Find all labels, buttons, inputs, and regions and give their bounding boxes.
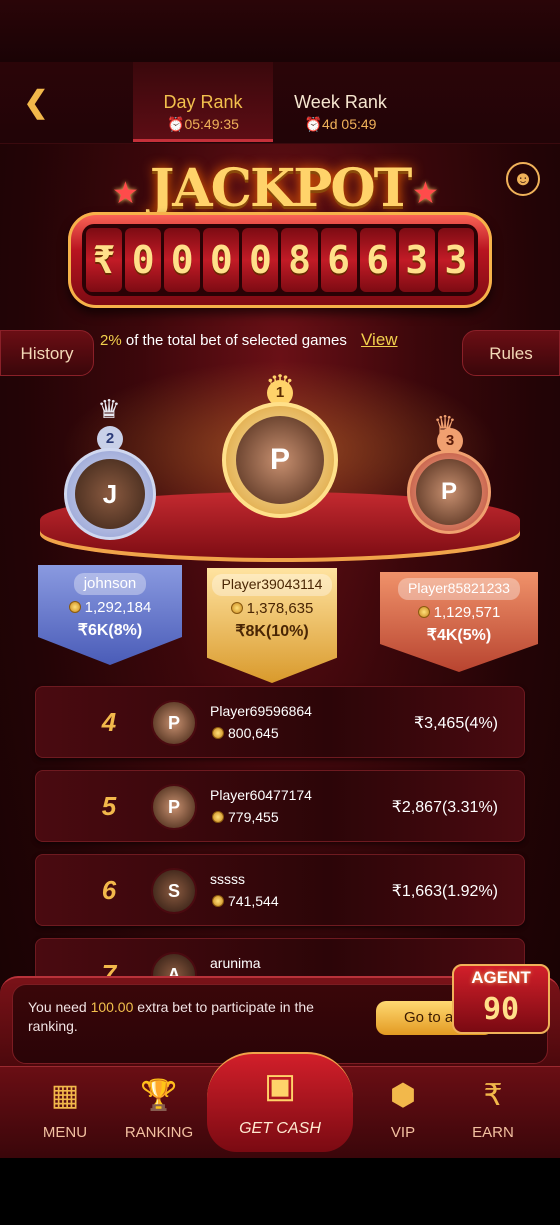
nav-label: GET CASH	[239, 1120, 321, 1137]
rank-number: 5	[101, 791, 117, 821]
app-root: ❮ Day Rank ⏰05:49:35 Week Rank ⏰4d 05:49…	[0, 0, 560, 1225]
nav-label: MENU	[42, 1124, 88, 1141]
avatar-frame: P	[222, 402, 338, 518]
player-score: 1,378,635	[246, 600, 314, 617]
rupee-icon: ₹	[483, 1079, 503, 1112]
jackpot-digit: 0	[242, 228, 279, 292]
player-reward: ₹4K(5%)	[426, 627, 492, 644]
player-reward: ₹6K(8%)	[77, 622, 143, 639]
jackpot-digit: 3	[437, 228, 474, 292]
jackpot-digit: 0	[203, 228, 240, 292]
alarm-clock-icon: ⏰	[167, 116, 185, 132]
player-score: 800,645	[228, 725, 279, 741]
jackpot-digit: 6	[359, 228, 396, 292]
jackpot-tagline: 2% of the total bet of selected games Vi…	[100, 330, 460, 350]
player-name: Player39043114	[221, 576, 323, 592]
tagline-percent: 2%	[100, 332, 122, 349]
tagline-text: of the total bet of selected games	[125, 332, 347, 349]
coin-icon	[68, 601, 81, 613]
podium-card-rank-1[interactable]: Player39043114 1,378,635 ₹8K(10%)	[207, 568, 337, 683]
tab-timer: 05:49:35	[184, 116, 239, 132]
avatar: P	[151, 784, 197, 830]
podium-card-rank-3[interactable]: Player85821233 1,129,571 ₹4K(5%)	[380, 572, 538, 672]
menu-grid-icon: ▦	[50, 1079, 80, 1112]
coin-icon	[212, 895, 224, 907]
jackpot-digit: 0	[164, 228, 201, 292]
list-item[interactable]: 6 S sssss 741,544 ₹1,663(1.92%)	[35, 854, 525, 926]
avatar[interactable]: P	[236, 416, 324, 504]
avatar[interactable]: J	[75, 459, 145, 529]
podium-card-rank-2[interactable]: johnson 1,292,184 ₹6K(8%)	[38, 565, 182, 665]
player-name: Player60477174	[210, 787, 312, 803]
participation-notice: You need 100.00 extra bet to participate…	[28, 998, 348, 1036]
player-score: 1,129,571	[433, 604, 501, 621]
nav-get-cash[interactable]: ▣ GET CASH	[207, 1052, 353, 1152]
rank-number: 4	[101, 707, 117, 737]
notice-amount: 100.00	[90, 999, 134, 1015]
invite-friends-icon[interactable]: ☻	[506, 162, 540, 196]
crown-icon: ♛	[97, 394, 121, 424]
agent-label: AGENT	[471, 968, 531, 987]
player-name: Player85821233	[408, 580, 510, 596]
player-reward: ₹1,663(1.92%)	[391, 883, 498, 900]
avatar-frame: J	[64, 448, 156, 540]
tab-label: Day Rank	[163, 92, 243, 112]
player-reward: ₹3,465(4%)	[414, 715, 498, 732]
nav-ranking[interactable]: 🏆 RANKING	[114, 1074, 204, 1154]
bottom-safe-area	[0, 1158, 560, 1225]
jackpot-digits: ₹ 0 0 0 0 8 6 6 3 3	[82, 224, 478, 296]
player-name: sssss	[210, 871, 245, 887]
avatar-frame: P	[407, 450, 491, 534]
alarm-clock-icon: ⏰	[304, 116, 322, 132]
agent-slot-digits: 90	[482, 992, 520, 1027]
jackpot-digit: 3	[398, 228, 435, 292]
tab-label: Week Rank	[294, 92, 387, 112]
avatar: P	[151, 700, 197, 746]
coin-icon	[417, 606, 430, 618]
list-item[interactable]: 4 P Player69596864 800,645 ₹3,465(4%)	[35, 686, 525, 758]
jackpot-digit: 8	[281, 228, 318, 292]
nav-label: VIP	[390, 1124, 416, 1141]
tab-week-rank[interactable]: Week Rank ⏰4d 05:49	[273, 62, 408, 142]
star-icon: ★	[112, 177, 139, 210]
player-score: 741,544	[228, 893, 279, 909]
player-score: 779,455	[228, 809, 279, 825]
back-button[interactable]: ❮	[18, 88, 54, 118]
player-score: 1,292,184	[84, 599, 152, 616]
coin-icon	[230, 602, 243, 614]
tab-day-rank[interactable]: Day Rank ⏰05:49:35	[133, 62, 273, 142]
nav-label: EARN	[472, 1124, 514, 1141]
player-name: Player69596864	[210, 703, 312, 719]
avatar[interactable]: P	[416, 459, 482, 525]
currency-symbol: ₹	[86, 228, 123, 292]
star-icon: ★	[412, 177, 439, 210]
nav-menu[interactable]: ▦ MENU	[20, 1074, 110, 1154]
coin-icon	[212, 727, 224, 739]
history-button[interactable]: History	[0, 330, 94, 376]
player-reward: ₹2,867(3.31%)	[391, 799, 498, 816]
treasure-chest-icon: ▣	[263, 1067, 297, 1105]
nav-earn[interactable]: ₹ EARN	[448, 1074, 538, 1154]
jackpot-title: JACKPOT	[149, 158, 413, 219]
avatar: S	[151, 868, 197, 914]
list-item[interactable]: 5 P Player60477174 779,455 ₹2,867(3.31%)	[35, 770, 525, 842]
vip-badge-icon: ⬢	[389, 1079, 417, 1112]
nav-label: RANKING	[124, 1124, 194, 1141]
jackpot-digit: 0	[125, 228, 162, 292]
jackpot-digit: 6	[320, 228, 357, 292]
nav-vip[interactable]: ⬢ VIP	[358, 1074, 448, 1154]
agent-float-button[interactable]: AGENT 90	[452, 964, 550, 1034]
rules-button[interactable]: Rules	[462, 330, 560, 376]
notice-prefix: You need	[28, 999, 87, 1015]
coin-icon	[212, 811, 224, 823]
view-link[interactable]: View	[361, 330, 398, 349]
rank-number: 6	[101, 875, 117, 905]
player-name: arunima	[210, 955, 261, 971]
trophy-icon: 🏆	[140, 1079, 178, 1112]
player-reward: ₹8K(10%)	[235, 623, 309, 640]
chevron-left-icon: ❮	[23, 86, 49, 119]
player-name: johnson	[83, 575, 137, 592]
status-area	[0, 0, 560, 62]
tab-timer: 4d 05:49	[321, 116, 377, 132]
